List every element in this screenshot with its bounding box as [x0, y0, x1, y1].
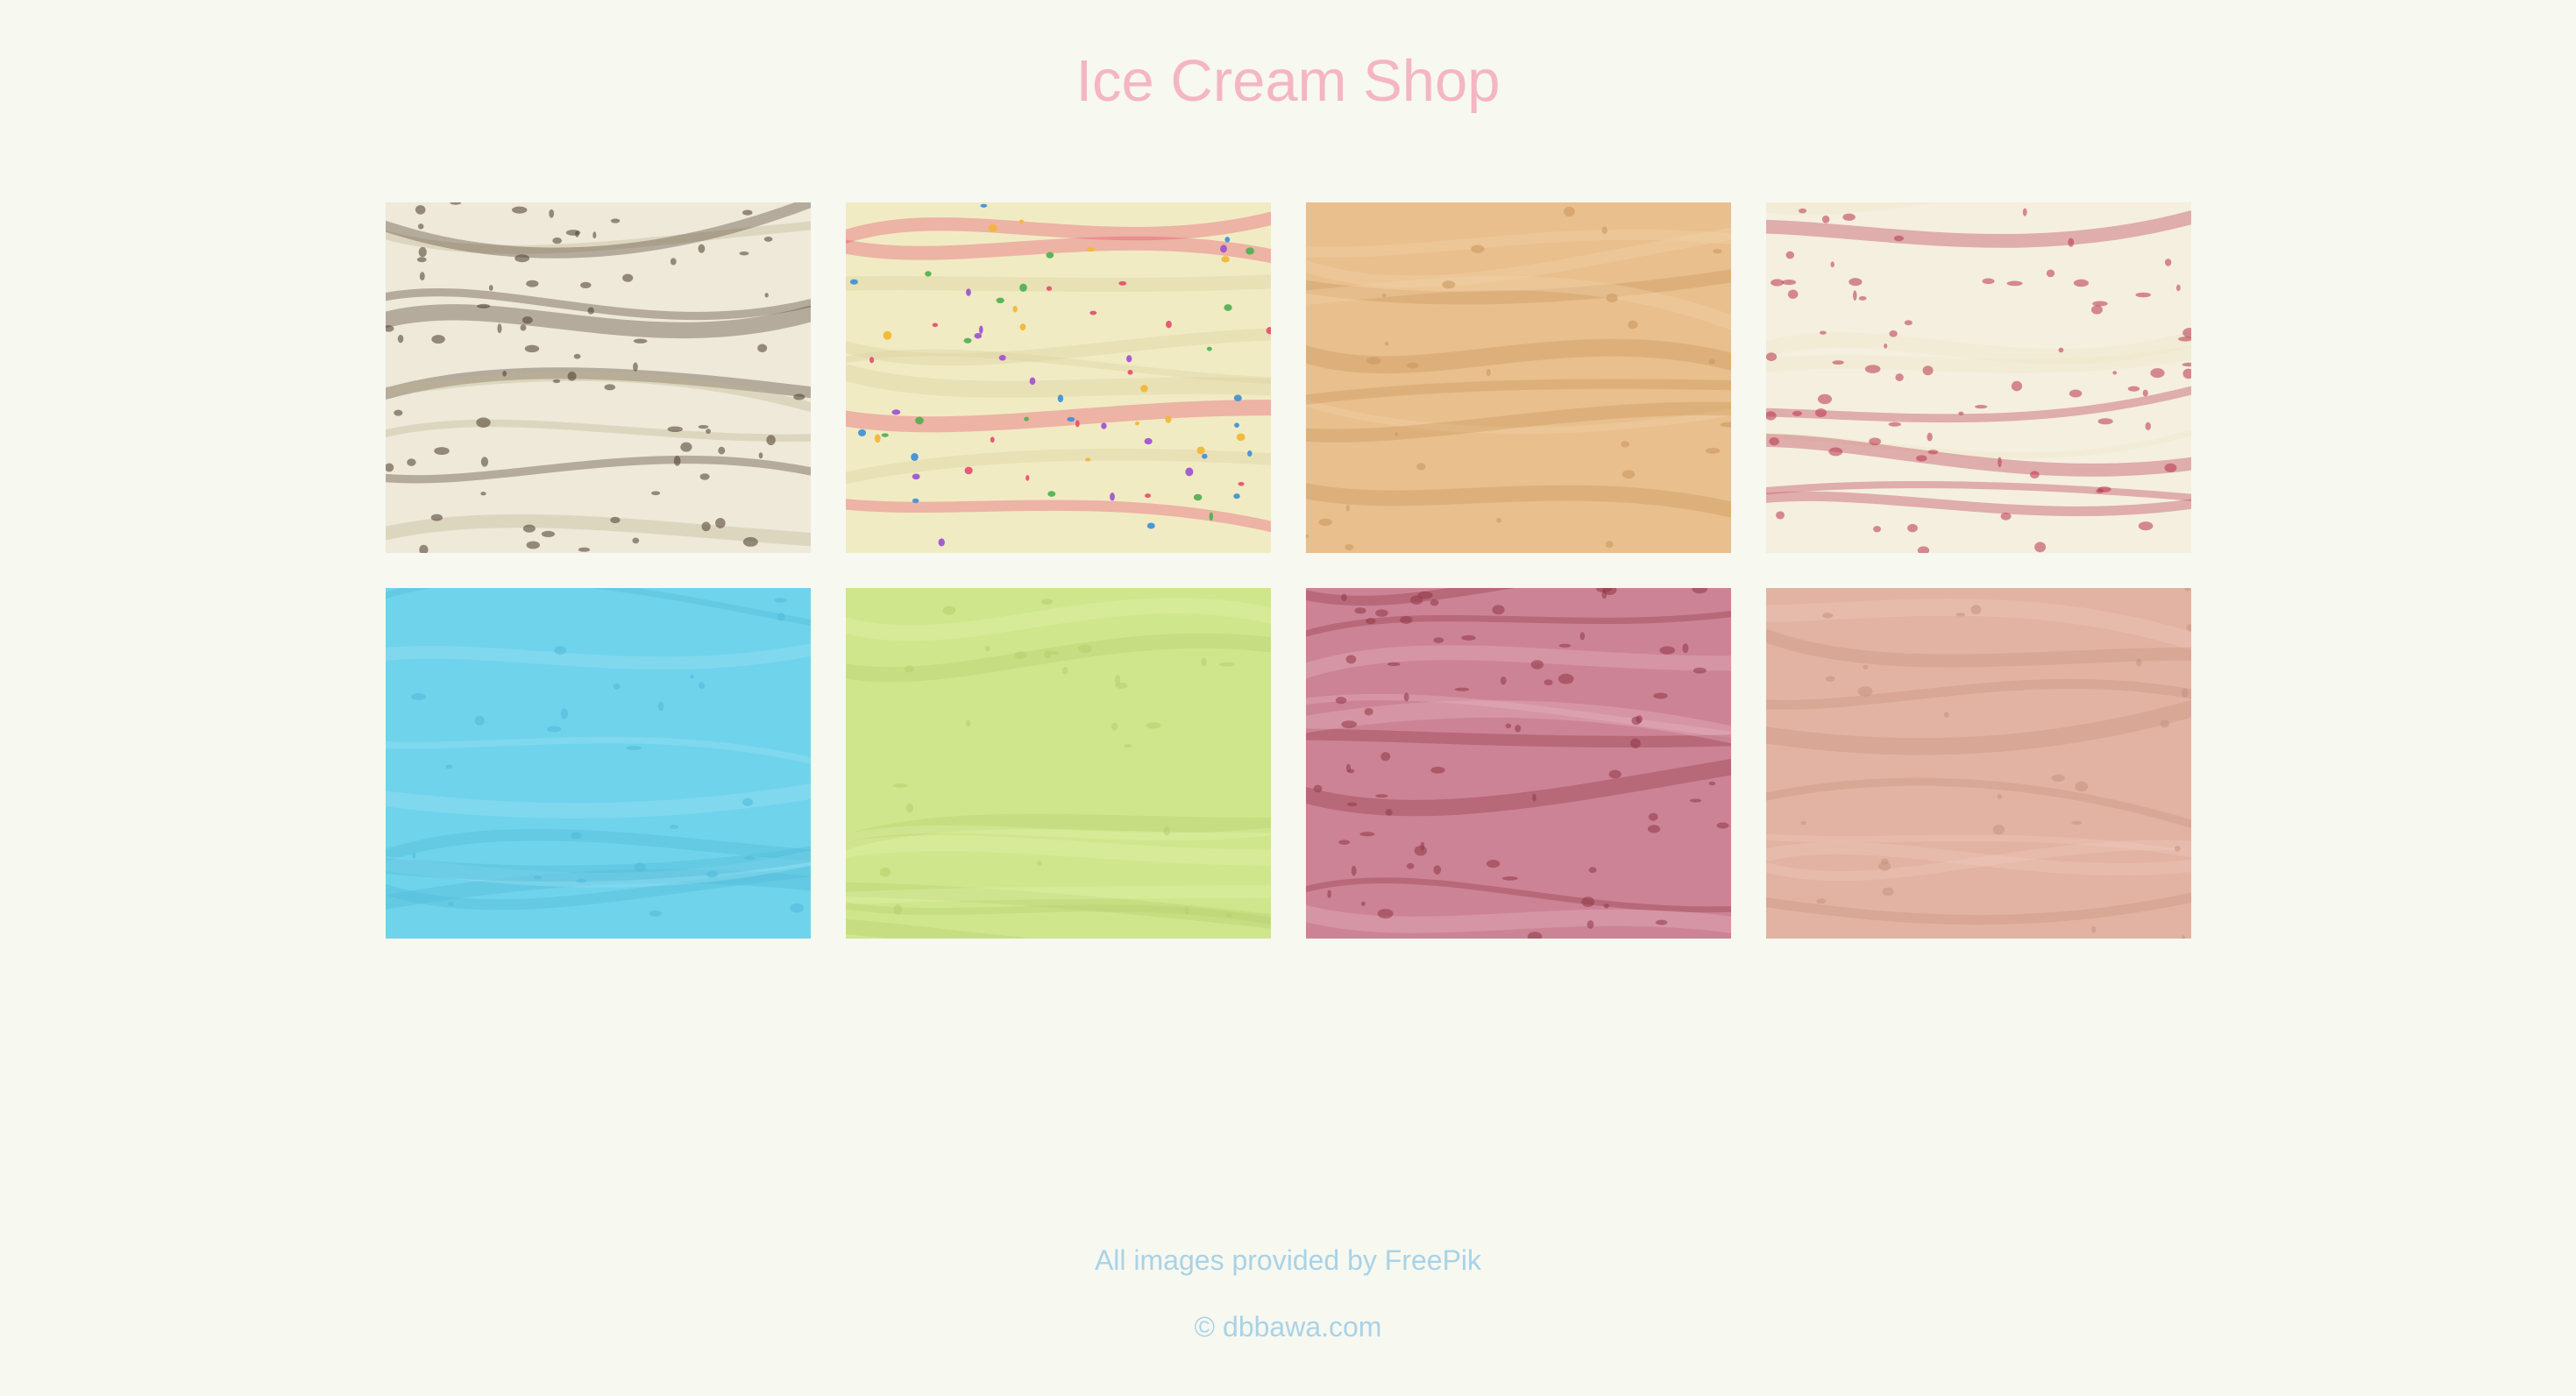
ice-cream-image — [1766, 202, 2191, 553]
gallery-image-5[interactable] — [386, 588, 811, 939]
gallery-image-2[interactable] — [846, 202, 1271, 553]
gallery-image-6[interactable] — [846, 588, 1271, 939]
footer-copyright: © dbbawa.com — [1194, 1311, 1382, 1343]
ice-cream-image — [846, 588, 1271, 939]
page-title: Ice Cream Shop — [1075, 48, 1501, 114]
gallery-image-3[interactable] — [1306, 202, 1731, 553]
freepik-link[interactable]: FreePik — [1385, 1244, 1481, 1276]
gallery-image-4[interactable] — [1766, 202, 2191, 553]
ice-cream-image — [846, 202, 1271, 553]
ice-cream-image — [1306, 202, 1731, 553]
gallery-image-1[interactable] — [386, 202, 811, 553]
ice-cream-image — [386, 202, 811, 553]
image-gallery — [386, 202, 2191, 939]
ice-cream-image — [1306, 588, 1731, 939]
footer-credit: All images provided by FreePik — [0, 1243, 2576, 1278]
footer-credit-text: All images provided by — [1094, 1244, 1385, 1276]
ice-cream-image — [1766, 588, 2191, 939]
gallery-image-8[interactable] — [1766, 588, 2191, 939]
ice-cream-image — [386, 588, 811, 939]
gallery-image-7[interactable] — [1306, 588, 1731, 939]
